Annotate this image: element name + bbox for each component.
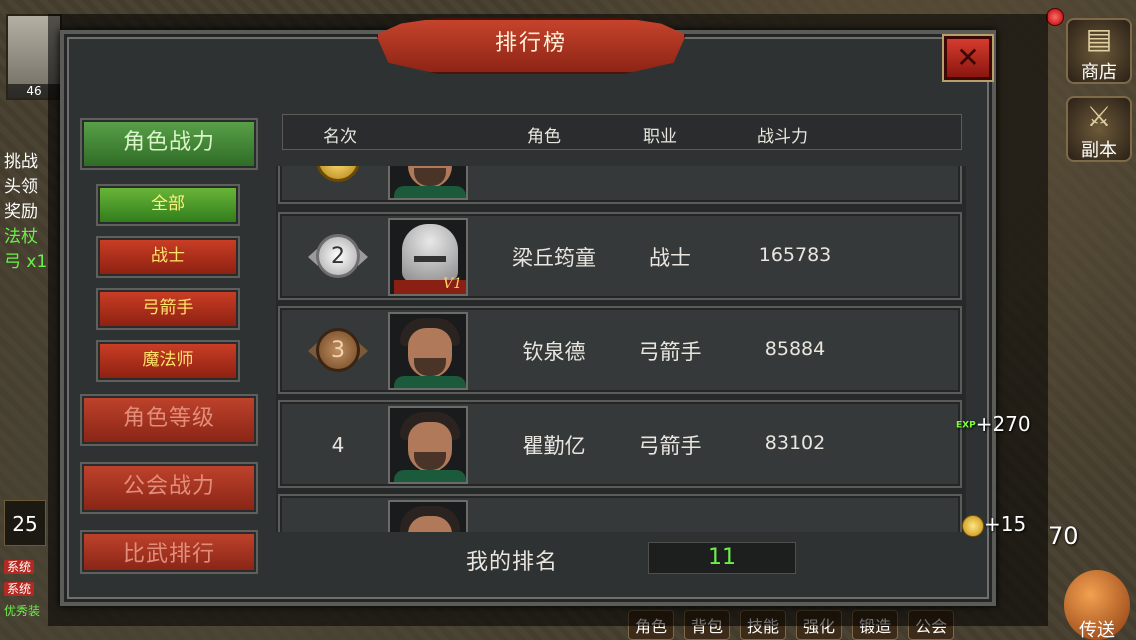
dungeon-label: 副本 bbox=[1081, 140, 1117, 161]
avatar bbox=[388, 406, 468, 484]
filter-mage[interactable]: 魔法师 bbox=[96, 340, 240, 382]
quest-line: 奖励 bbox=[4, 202, 38, 222]
column-role: 角色 bbox=[527, 127, 561, 147]
teleport-label: 传送 bbox=[1079, 620, 1115, 640]
avatar: V1 bbox=[388, 218, 468, 296]
player-job: 战士 bbox=[649, 246, 691, 270]
system-chat: 系统 系统 优秀装 bbox=[4, 556, 40, 622]
exp-gain-value: +270 bbox=[975, 412, 1031, 436]
table-row[interactable]: 2 V1 梁丘筠童 战士 165783 bbox=[278, 212, 962, 300]
quest-line: 头领 bbox=[4, 177, 38, 197]
shop-icon: ▤ bbox=[1085, 22, 1113, 55]
column-power: 战斗力 bbox=[757, 127, 808, 147]
my-rank-value: 11 bbox=[648, 542, 796, 574]
tab-guild-power[interactable]: 公会战力 bbox=[80, 462, 258, 514]
avatar bbox=[388, 312, 468, 390]
table-row[interactable] bbox=[278, 166, 962, 204]
quest-line: 弓 x1 bbox=[4, 252, 48, 272]
rank-medal: 3 bbox=[308, 322, 368, 380]
coin-gain-value: +15 bbox=[984, 512, 1027, 536]
tab-character-power[interactable]: 角色战力 bbox=[80, 118, 258, 170]
panel-title: 排行榜 bbox=[376, 18, 686, 74]
gold-partial: 70 bbox=[1048, 522, 1079, 550]
ranking-list[interactable]: 2 V1 梁丘筠童 战士 165783 3 钦泉德 弓箭手 85884 4 瞿勤… bbox=[276, 166, 966, 532]
close-icon: ✕ bbox=[956, 41, 980, 74]
quest-line: 法杖 bbox=[4, 227, 38, 247]
player-name: 梁丘筠童 bbox=[512, 246, 596, 270]
column-rank: 名次 bbox=[323, 127, 357, 147]
bronze-medal-icon: 3 bbox=[316, 328, 360, 372]
player-job: 弓箭手 bbox=[638, 340, 702, 364]
teleport-button[interactable]: 传送 bbox=[1064, 570, 1130, 640]
coin-icon bbox=[962, 514, 984, 537]
level-indicator: 25 bbox=[4, 500, 46, 546]
coin-gain: +15 bbox=[962, 512, 1026, 537]
exp-gain: EXP+270 bbox=[956, 412, 1031, 436]
system-tag: 系统 bbox=[4, 560, 35, 574]
vip-badge: V1 bbox=[442, 276, 462, 292]
filter-all[interactable]: 全部 bbox=[96, 184, 240, 226]
table-header: 名次 角色 职业 战斗力 bbox=[282, 114, 962, 150]
column-job: 职业 bbox=[643, 127, 677, 147]
table-row[interactable]: 3 钦泉德 弓箭手 85884 bbox=[278, 306, 962, 394]
rank-number: 4 bbox=[331, 433, 345, 457]
quest-line: 挑战 bbox=[4, 152, 38, 172]
table-row[interactable]: 4 瞿勤亿 弓箭手 83102 bbox=[278, 400, 962, 488]
rank-medal: 2 bbox=[308, 228, 368, 286]
notification-dot bbox=[1046, 8, 1064, 26]
gold-medal-icon bbox=[316, 166, 360, 182]
filter-archer[interactable]: 弓箭手 bbox=[96, 288, 240, 330]
dungeon-button[interactable]: ⚔ 副本 bbox=[1066, 96, 1132, 162]
system-tag: 系统 bbox=[4, 582, 35, 596]
player-name: 钦泉德 bbox=[522, 340, 586, 364]
player-job: 弓箭手 bbox=[638, 434, 702, 458]
shop-button[interactable]: ▤ 商店 bbox=[1066, 18, 1132, 84]
sword-icon: ⚔ bbox=[1086, 100, 1112, 133]
system-line: 优秀装 bbox=[4, 604, 41, 618]
avatar bbox=[388, 166, 468, 200]
exp-icon: EXP bbox=[956, 420, 976, 431]
avatar bbox=[388, 500, 468, 532]
filter-warrior[interactable]: 战士 bbox=[96, 236, 240, 278]
player-power: 83102 bbox=[764, 432, 826, 454]
player-power: 165783 bbox=[758, 244, 832, 266]
quest-log: 挑战 头领 奖励 法杖 弓 x1 bbox=[4, 150, 47, 275]
player-name: 瞿勤亿 bbox=[522, 434, 586, 458]
tab-arena-ranking[interactable]: 比武排行 bbox=[80, 530, 258, 574]
rank-medal bbox=[308, 166, 368, 190]
silver-medal-icon: 2 bbox=[316, 234, 360, 278]
table-row[interactable] bbox=[278, 494, 962, 532]
close-button[interactable]: ✕ bbox=[944, 36, 992, 80]
my-rank-label: 我的排名 bbox=[466, 550, 559, 575]
player-power: 85884 bbox=[764, 338, 826, 360]
shop-label: 商店 bbox=[1081, 62, 1117, 83]
tab-character-level[interactable]: 角色等级 bbox=[80, 394, 258, 446]
